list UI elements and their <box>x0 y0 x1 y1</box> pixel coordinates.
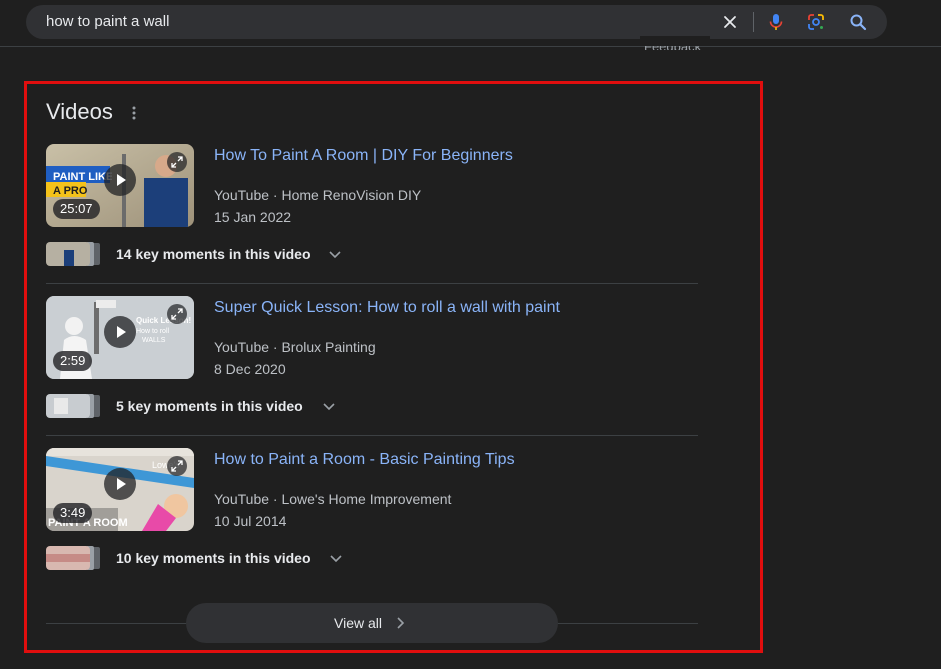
chevron-right-icon <box>397 617 405 629</box>
key-moments-label: 10 key moments in this video <box>116 550 311 566</box>
view-all-label: View all <box>334 615 382 631</box>
play-button[interactable] <box>104 468 136 500</box>
key-moments-thumbnail-stack <box>46 546 100 570</box>
expand-video-button[interactable] <box>167 304 187 324</box>
search-icon[interactable] <box>848 12 868 32</box>
key-moments-label: 5 key moments in this video <box>116 398 303 414</box>
videos-section-title: Videos <box>46 99 113 124</box>
video-date: 8 Dec 2020 <box>214 361 286 377</box>
search-bar-divider <box>753 12 754 32</box>
expand-icon <box>171 460 183 472</box>
thumbnail-caption: PAINT LIKE A PRO <box>53 171 112 197</box>
key-moments-thumbnail-stack <box>46 394 100 418</box>
more-vert-icon[interactable] <box>126 104 142 122</box>
play-icon <box>117 326 126 338</box>
play-button[interactable] <box>104 316 136 348</box>
video-result: Lowe's PAINT A ROOM 3:49 How to Paint a … <box>46 448 698 588</box>
svg-text:How to roll: How to roll <box>136 328 170 335</box>
video-duration: 3:49 <box>53 503 93 523</box>
expand-icon <box>171 308 183 320</box>
play-icon <box>117 174 126 186</box>
result-divider <box>46 283 698 284</box>
video-title-link[interactable]: How to Paint a Room - Basic Painting Tip… <box>214 450 515 470</box>
video-source: YouTube · Lowe's Home Improvement <box>214 491 452 507</box>
feedback-overlap <box>640 36 710 46</box>
chevron-down-icon <box>330 555 342 563</box>
key-moments-toggle[interactable]: 5 key moments in this video <box>46 394 366 418</box>
chevron-down-icon <box>329 251 341 259</box>
google-lens-icon[interactable] <box>806 12 826 32</box>
microphone-icon[interactable] <box>766 12 786 32</box>
svg-text:WALLS: WALLS <box>142 337 166 344</box>
video-title-link[interactable]: Super Quick Lesson: How to roll a wall w… <box>214 298 560 318</box>
key-moments-label: 14 key moments in this video <box>116 246 311 262</box>
search-bar <box>26 5 887 39</box>
expand-video-button[interactable] <box>167 456 187 476</box>
search-input[interactable] <box>46 5 686 39</box>
video-thumbnail[interactable]: Lowe's PAINT A ROOM 3:49 <box>46 448 194 531</box>
video-source: YouTube · Brolux Painting <box>214 339 376 355</box>
video-result: PAINT LIKE A PRO 25:07 How To Paint A Ro… <box>46 144 698 284</box>
chevron-down-icon <box>323 403 335 411</box>
video-duration: 25:07 <box>53 199 100 219</box>
svg-text:A PRO: A PRO <box>53 185 88 197</box>
video-title-link[interactable]: How To Paint A Room | DIY For Beginners <box>214 146 513 166</box>
view-all-button[interactable]: View all <box>186 603 558 643</box>
expand-icon <box>171 156 183 168</box>
result-divider <box>46 435 698 436</box>
key-moments-toggle[interactable]: 14 key moments in this video <box>46 242 366 266</box>
video-thumbnail[interactable]: PAINT LIKE A PRO 25:07 <box>46 144 194 227</box>
video-date: 10 Jul 2014 <box>214 513 287 529</box>
video-thumbnail[interactable]: Quick Lesson! How to roll WALLS 2:59 <box>46 296 194 379</box>
close-icon[interactable] <box>720 12 740 32</box>
play-icon <box>117 478 126 490</box>
video-source: YouTube · Home RenoVision DIY <box>214 187 422 203</box>
play-button[interactable] <box>104 164 136 196</box>
search-results-page: Feedback Videos <box>0 0 941 669</box>
header-divider <box>0 46 941 47</box>
video-date: 15 Jan 2022 <box>214 209 292 225</box>
key-moments-thumbnail-stack <box>46 242 100 266</box>
expand-video-button[interactable] <box>167 152 187 172</box>
video-duration: 2:59 <box>53 351 93 371</box>
key-moments-toggle[interactable]: 10 key moments in this video <box>46 546 366 570</box>
video-result: Quick Lesson! How to roll WALLS 2:59 Sup… <box>46 296 698 436</box>
